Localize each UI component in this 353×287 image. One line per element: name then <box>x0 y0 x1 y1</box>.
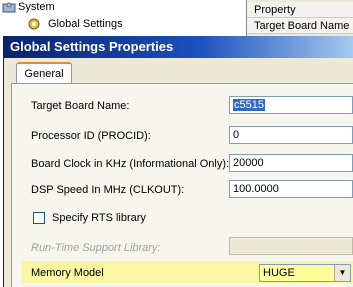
target-board-label: Target Board Name: <box>31 100 130 112</box>
rts-library-label: Run-Time Support Library: <box>31 242 161 254</box>
target-board-value: c5515 <box>233 99 265 111</box>
project-tree: System Global Settings <box>0 0 245 36</box>
tree-item-global-settings[interactable]: Global Settings <box>27 17 124 31</box>
system-folder-icon <box>2 2 16 13</box>
dsp-speed-input[interactable]: 100.0000 <box>229 180 353 198</box>
processor-id-input[interactable]: 0 <box>229 126 353 144</box>
chevron-down-icon[interactable]: ▼ <box>334 265 350 281</box>
property-grid: Property Target Board Name <box>246 0 353 36</box>
tab-general[interactable]: General <box>16 62 72 83</box>
rts-library-input <box>229 237 353 255</box>
target-board-input[interactable]: c5515 <box>229 96 353 114</box>
specify-rts-checkbox[interactable] <box>33 212 45 224</box>
dialog-titlebar[interactable]: Global Settings Properties <box>4 36 353 58</box>
memory-model-select[interactable]: HUGE ▼ <box>259 264 351 282</box>
board-clock-label: Board Clock in KHz (Informational Only): <box>31 158 230 170</box>
tree-item-system-label: System <box>18 1 55 13</box>
property-row-target-board[interactable]: Target Board Name <box>247 18 353 34</box>
global-settings-icon <box>28 18 40 30</box>
board-clock-input[interactable]: 20000 <box>229 154 353 172</box>
memory-model-label: Memory Model <box>31 267 104 279</box>
dsp-speed-label: DSP Speed In MHz (CLKOUT): <box>31 184 185 196</box>
processor-id-label: Processor ID (PROCID): <box>31 130 151 142</box>
tree-item-system[interactable]: System <box>2 1 55 13</box>
tree-item-global-settings-label: Global Settings <box>47 18 124 30</box>
specify-rts-label[interactable]: Specify RTS library <box>52 212 146 224</box>
memory-model-value: HUGE <box>263 267 295 279</box>
property-header[interactable]: Property <box>247 2 353 18</box>
